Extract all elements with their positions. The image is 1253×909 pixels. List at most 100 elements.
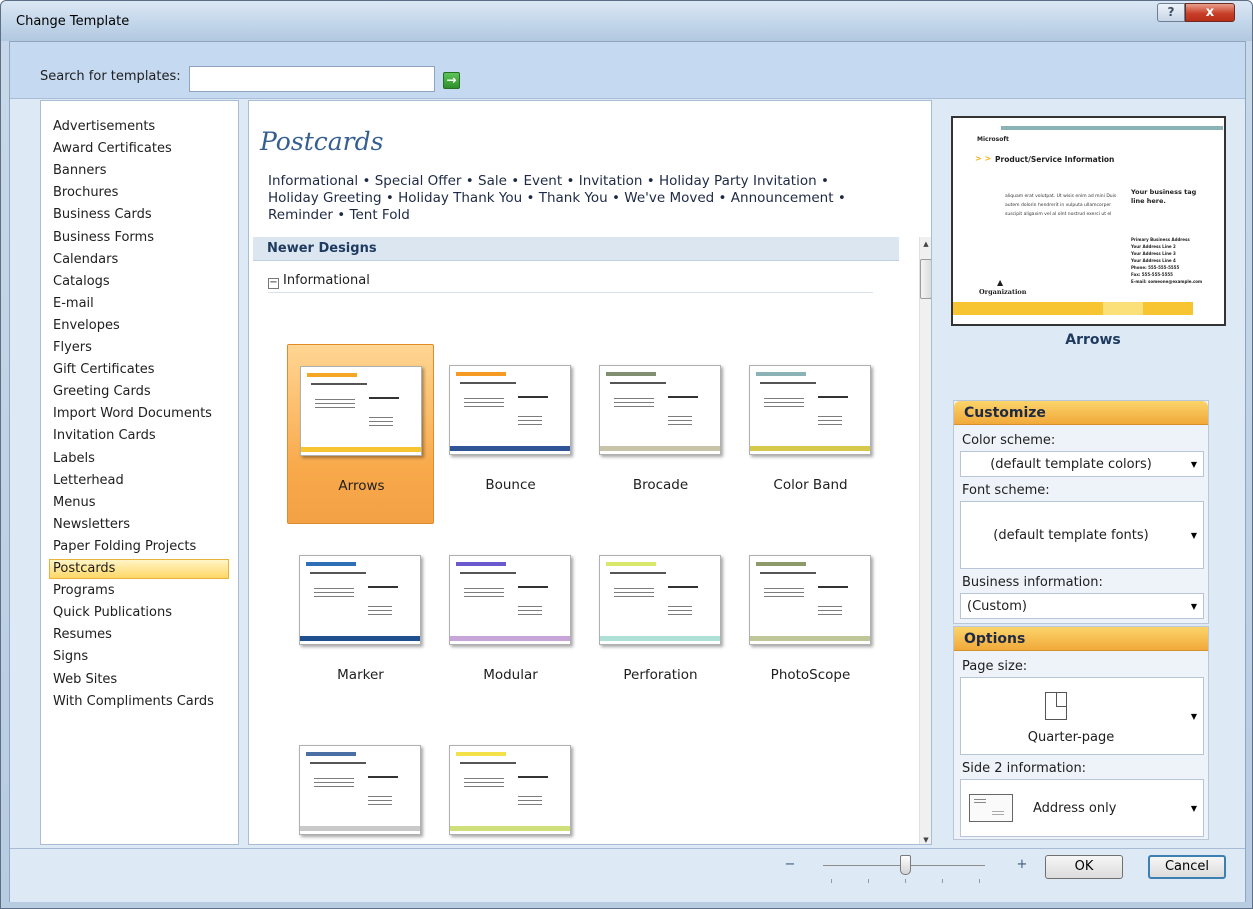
subcategory-link[interactable]: We've Moved bbox=[624, 190, 714, 206]
business-info-value: (Custom) bbox=[967, 599, 1027, 614]
subcategory-link[interactable]: Informational bbox=[268, 173, 358, 189]
subcategory-link[interactable]: Event bbox=[523, 173, 562, 189]
preview-body: aliquam erat volutpat. Ut wisis enim ad … bbox=[1005, 194, 1117, 217]
subcategory-link[interactable]: Invitation bbox=[579, 173, 643, 189]
template-tile[interactable]: Brocade bbox=[587, 344, 734, 524]
help-button[interactable]: ? bbox=[1157, 3, 1185, 22]
subcategory-link[interactable]: Reminder bbox=[268, 207, 333, 223]
thumbnail-decoration bbox=[818, 396, 848, 398]
template-tile[interactable]: Arrows bbox=[287, 344, 434, 524]
template-tile[interactable]: Simple Divider bbox=[287, 724, 434, 844]
zoom-in-icon[interactable]: + bbox=[1014, 857, 1030, 873]
address-card-icon bbox=[969, 794, 1013, 822]
thumbnail-decoration bbox=[464, 398, 504, 399]
subcategory-link[interactable]: Sale bbox=[478, 173, 507, 189]
group-header-informational[interactable]: − Informational bbox=[268, 271, 873, 293]
subcategory-link[interactable]: Holiday Greeting bbox=[268, 190, 382, 206]
ok-button[interactable]: OK bbox=[1045, 855, 1123, 879]
category-item[interactable]: E-mail bbox=[51, 294, 231, 314]
thumbnail-decoration bbox=[518, 796, 542, 797]
category-item[interactable]: Envelopes bbox=[51, 316, 231, 336]
font-scheme-dropdown[interactable]: (default template fonts) ▼ bbox=[960, 501, 1204, 569]
category-item[interactable]: Catalogs bbox=[51, 272, 231, 292]
category-item[interactable]: Flyers bbox=[51, 338, 231, 358]
template-name: Arrows bbox=[338, 478, 385, 494]
category-item[interactable]: Letterhead bbox=[51, 471, 231, 491]
preview-headline: Product/Service Information bbox=[995, 155, 1115, 164]
collapse-toggle-icon[interactable]: − bbox=[268, 278, 279, 289]
category-item[interactable]: Business Cards bbox=[51, 205, 231, 225]
category-item[interactable]: Menus bbox=[51, 493, 231, 513]
template-tile[interactable]: Color Band bbox=[737, 344, 884, 524]
category-item[interactable]: Business Forms bbox=[51, 228, 231, 248]
business-info-dropdown[interactable]: (Custom) ▼ bbox=[960, 593, 1204, 619]
thumbnail-decoration bbox=[368, 606, 392, 607]
template-tile[interactable]: Perforation bbox=[587, 534, 734, 714]
template-tile[interactable]: Tabs bbox=[437, 724, 584, 844]
search-input[interactable] bbox=[189, 66, 435, 92]
category-item[interactable]: Gift Certificates bbox=[51, 360, 231, 380]
section-header-newer-designs: Newer Designs bbox=[253, 237, 899, 261]
preview-template-name: Arrows bbox=[1065, 332, 1121, 348]
category-item[interactable]: Banners bbox=[51, 161, 231, 181]
category-list: Advertisements Award Certificates Banners B… bbox=[40, 100, 239, 845]
category-item[interactable]: Paper Folding Projects bbox=[51, 537, 231, 557]
category-item[interactable]: Signs bbox=[51, 647, 231, 667]
category-item[interactable]: With Compliments Cards bbox=[51, 692, 231, 712]
category-item[interactable]: Postcards bbox=[49, 559, 229, 579]
scroll-thumb[interactable] bbox=[920, 259, 931, 299]
scroll-up-arrow-icon[interactable]: ▲ bbox=[920, 237, 931, 251]
template-preview: Microsoft > > Product/Service Informatio… bbox=[951, 116, 1226, 326]
preview-logo-icon: ▲ bbox=[997, 278, 1004, 287]
color-scheme-label: Color scheme: bbox=[962, 433, 1056, 448]
category-item[interactable]: Import Word Documents bbox=[51, 404, 231, 424]
category-item[interactable]: Labels bbox=[51, 449, 231, 469]
category-item[interactable]: Advertisements bbox=[51, 117, 231, 137]
thumbnail-decoration bbox=[518, 800, 542, 801]
category-item[interactable]: Programs bbox=[51, 581, 231, 601]
category-item[interactable]: Calendars bbox=[51, 250, 231, 270]
cancel-button[interactable]: Cancel bbox=[1148, 855, 1226, 879]
template-thumbnail bbox=[449, 555, 571, 645]
page-size-dropdown[interactable]: Quarter-page ▼ bbox=[960, 677, 1204, 755]
search-bar: Search for templates: → bbox=[10, 42, 1245, 99]
gallery-scrollbar[interactable]: ▲ ▼ bbox=[919, 237, 931, 844]
thumbnail-decoration bbox=[460, 572, 516, 574]
category-item[interactable]: Invitation Cards bbox=[51, 426, 231, 446]
category-item[interactable]: Quick Publications bbox=[51, 603, 231, 623]
thumbnail-decoration bbox=[756, 372, 806, 376]
zoom-out-icon[interactable]: − bbox=[782, 857, 798, 873]
preview-address-line: Your Address Line 4 bbox=[1131, 258, 1176, 263]
thumbnail-decoration bbox=[518, 424, 542, 425]
side2-dropdown[interactable]: Address only ▼ bbox=[960, 779, 1204, 837]
subcategory-link[interactable]: Holiday Thank You bbox=[398, 190, 522, 206]
thumbnail-decoration bbox=[464, 588, 504, 589]
search-go-button[interactable]: → bbox=[443, 72, 460, 89]
dialog-client-area: Search for templates: → Advertisements Aw… bbox=[9, 41, 1246, 902]
subcategory-link[interactable]: Tent Fold bbox=[350, 207, 410, 223]
category-item[interactable]: Award Certificates bbox=[51, 139, 231, 159]
template-tile[interactable]: PhotoScope bbox=[737, 534, 884, 714]
template-thumbnail bbox=[749, 555, 871, 645]
category-item[interactable]: Brochures bbox=[51, 183, 231, 203]
template-tile[interactable]: Bounce bbox=[437, 344, 584, 524]
thumbnail-decoration bbox=[315, 407, 355, 408]
subcategory-link[interactable]: Announcement bbox=[731, 190, 834, 206]
category-item[interactable]: Resumes bbox=[51, 625, 231, 645]
subcategory-link[interactable]: Special Offer bbox=[375, 173, 462, 189]
category-item[interactable]: Newsletters bbox=[51, 515, 231, 535]
scroll-down-arrow-icon[interactable]: ▼ bbox=[920, 833, 931, 844]
color-scheme-dropdown[interactable]: (default template colors) ▼ bbox=[960, 451, 1204, 477]
zoom-slider-thumb[interactable] bbox=[900, 855, 911, 875]
template-name: Bounce bbox=[485, 477, 536, 493]
template-tile[interactable]: Modular bbox=[437, 534, 584, 714]
category-item[interactable]: Greeting Cards bbox=[51, 382, 231, 402]
template-tile[interactable]: Marker bbox=[287, 534, 434, 714]
category-item[interactable]: Web Sites bbox=[51, 670, 231, 690]
subcategory-link[interactable]: Thank You bbox=[539, 190, 608, 206]
subcategory-link[interactable]: Holiday Party Invitation bbox=[659, 173, 817, 189]
thumbnail-decoration bbox=[368, 586, 398, 588]
close-button[interactable]: x bbox=[1185, 3, 1235, 22]
thumbnail-decoration bbox=[818, 424, 842, 425]
thumbnail-decoration bbox=[460, 382, 516, 384]
